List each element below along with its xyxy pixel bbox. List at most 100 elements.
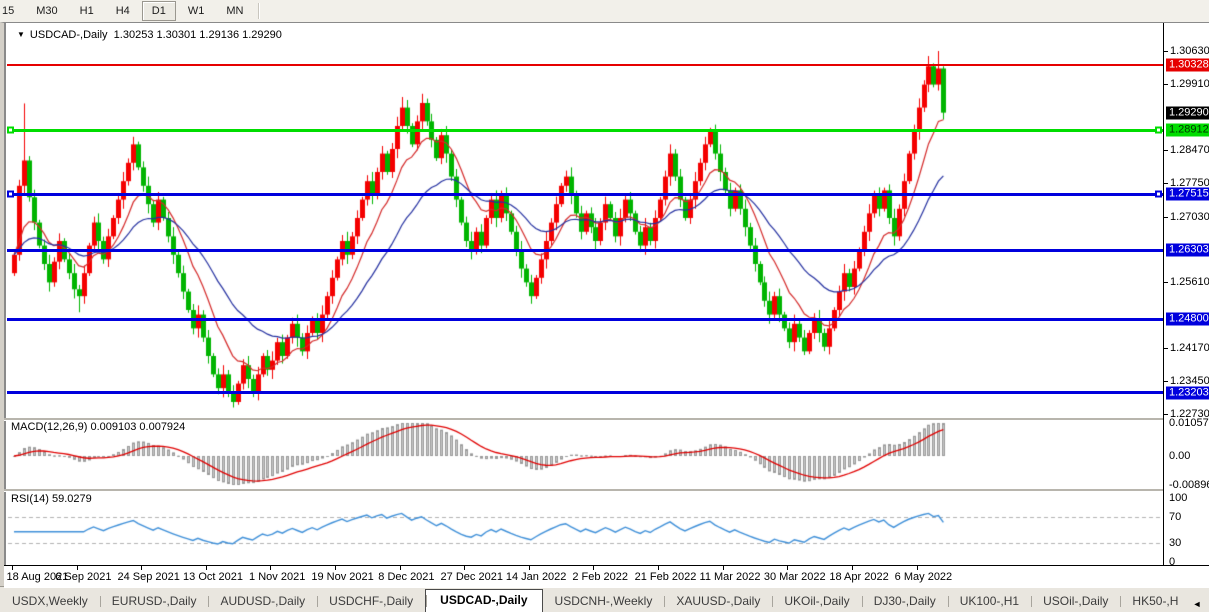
timeframe-button-w1[interactable]: W1: [178, 1, 215, 21]
symbol-tab-usoil-daily[interactable]: USOil-,Daily: [1031, 591, 1120, 612]
chevron-down-icon: ▼: [17, 30, 25, 39]
price-axis-tickmark: [1164, 183, 1168, 184]
date-tickmark: [529, 566, 530, 570]
date-label: 14 Jan 2022: [506, 571, 567, 583]
price-axis-tickmark: [1164, 414, 1168, 415]
symbol-tab-uk100-h1[interactable]: UK100-,H1: [948, 591, 1031, 612]
hline-1.26303[interactable]: [7, 249, 1163, 252]
date-label: 8 Dec 2021: [378, 571, 434, 583]
price-axis-tickmark: [1164, 348, 1168, 349]
chart-ohlc-values: 1.30253 1.30301 1.29136 1.29290: [114, 29, 282, 41]
timeframe-toolbar: 15M30H1H4D1W1MN: [0, 0, 1209, 23]
date-tickmark: [658, 566, 659, 570]
price-axis-tick: 1.29910: [1170, 78, 1209, 90]
date-tickmark: [917, 566, 918, 570]
date-tickmark: [335, 566, 336, 570]
hline-1.24800[interactable]: [7, 318, 1163, 321]
toolbar-divider: [258, 3, 260, 19]
date-tickmark: [593, 566, 594, 570]
symbol-tab-hk50-h[interactable]: HK50-,H: [1120, 591, 1190, 612]
date-tickmark: [12, 566, 13, 570]
tab-scroll-left-button[interactable]: ◄: [1192, 599, 1201, 609]
price-axis-tickmark: [1164, 51, 1168, 52]
date-label: 19 Nov 2021: [311, 571, 373, 583]
date-label: 1 Nov 2021: [249, 571, 305, 583]
price-axis-tickmark: [1164, 150, 1168, 151]
tab-scroll-buttons: ◄►: [1190, 599, 1209, 612]
timeframe-button-d1[interactable]: D1: [142, 1, 176, 21]
date-label: 30 Mar 2022: [764, 571, 826, 583]
date-tickmark: [77, 566, 78, 570]
timeframe-button-15[interactable]: 15: [0, 1, 24, 21]
price-axis-tickmark: [1164, 381, 1168, 382]
timeframe-button-mn[interactable]: MN: [216, 1, 253, 21]
price-axis-tick: 1.28470: [1170, 144, 1209, 156]
price-axis-tickmark: [1164, 84, 1168, 85]
price-badge-1.27515: 1.27515: [1166, 188, 1209, 201]
macd-axis-tick: 0.00: [1169, 450, 1190, 462]
rsi-axis-tick: 30: [1169, 537, 1181, 549]
timeframe-button-h4[interactable]: H4: [106, 1, 140, 21]
timeframe-button-h1[interactable]: H1: [70, 1, 104, 21]
symbol-tab-ukoil-daily[interactable]: UKOil-,Daily: [772, 591, 861, 612]
date-tickmark: [787, 566, 788, 570]
date-tickmark: [852, 566, 853, 570]
hline-1.23203[interactable]: [7, 391, 1163, 394]
date-label: 18 Apr 2022: [829, 571, 888, 583]
symbol-tab-audusd-daily[interactable]: AUDUSD-,Daily: [208, 591, 317, 612]
price-badge-1.29290: 1.29290: [1166, 106, 1209, 119]
rsi-label: RSI(14) 59.0279: [8, 493, 95, 505]
date-label: 6 Sep 2021: [55, 571, 111, 583]
line-drag-handle[interactable]: [7, 127, 14, 134]
chart-window: ▼ USDCAD-,Daily 1.30253 1.30301 1.29136 1…: [0, 22, 1209, 586]
rsi-axis-tick: 0: [1169, 556, 1175, 568]
rsi-panel-separator[interactable]: [4, 489, 1209, 492]
price-axis-tickmark: [1164, 217, 1168, 218]
date-tickmark: [400, 566, 401, 570]
price-axis-tick: 1.24170: [1170, 342, 1209, 354]
date-tickmark: [270, 566, 271, 570]
date-tickmark: [464, 566, 465, 570]
line-drag-handle[interactable]: [1155, 191, 1162, 198]
hline-1.28912[interactable]: [7, 129, 1163, 132]
date-label: 6 May 2022: [895, 571, 952, 583]
price-badge-1.30328: 1.30328: [1166, 58, 1209, 71]
date-label: 13 Oct 2021: [183, 571, 243, 583]
price-badge-1.26303: 1.26303: [1166, 244, 1209, 257]
date-axis[interactable]: 18 Aug 20216 Sep 202124 Sep 202113 Oct 2…: [4, 565, 1209, 588]
price-axis-tick: 1.27030: [1170, 211, 1209, 223]
price-axis-tickmark: [1164, 282, 1168, 283]
hline-1.30328[interactable]: [7, 64, 1163, 66]
symbol-tab-xauusd-daily[interactable]: XAUUSD-,Daily: [664, 591, 772, 612]
symbol-tab-eurusd-daily[interactable]: EURUSD-,Daily: [100, 591, 209, 612]
price-axis-tick: 1.30630: [1170, 45, 1209, 57]
date-tickmark: [141, 566, 142, 570]
rsi-axis-tick: 100: [1169, 492, 1187, 504]
price-chart-canvas[interactable]: [4, 23, 1209, 587]
chart-symbol-label: USDCAD-,Daily: [30, 29, 108, 41]
symbol-tab-usdcnh-weekly[interactable]: USDCNH-,Weekly: [543, 591, 665, 612]
date-label: 24 Sep 2021: [118, 571, 180, 583]
line-drag-handle[interactable]: [1155, 127, 1162, 134]
symbol-tab-dj30-daily[interactable]: DJ30-,Daily: [862, 591, 948, 612]
price-badge-1.23203: 1.23203: [1166, 386, 1209, 399]
hline-1.27515[interactable]: [7, 193, 1163, 196]
date-label: 2 Feb 2022: [572, 571, 628, 583]
date-label: 21 Feb 2022: [635, 571, 697, 583]
macd-axis-tick: -0.00896: [1169, 479, 1209, 491]
date-tickmark: [723, 566, 724, 570]
rsi-axis-tick: 70: [1169, 511, 1181, 523]
line-drag-handle[interactable]: [7, 191, 14, 198]
date-tickmark: [206, 566, 207, 570]
price-badge-1.28912: 1.28912: [1166, 124, 1209, 137]
symbol-tab-usdx-weekly[interactable]: USDX,Weekly: [0, 591, 100, 612]
date-label: 11 Mar 2022: [700, 571, 761, 583]
symbol-tab-usdcad-daily[interactable]: USDCAD-,Daily: [425, 589, 542, 612]
timeframe-button-m30[interactable]: M30: [26, 1, 67, 21]
price-badge-1.24800: 1.24800: [1166, 313, 1209, 326]
macd-axis-tick: 0.010578: [1169, 417, 1209, 429]
date-label: 27 Dec 2021: [441, 571, 503, 583]
chart-title: ▼ USDCAD-,Daily 1.30253 1.30301 1.29136 1…: [14, 29, 285, 41]
symbol-tab-usdchf-daily[interactable]: USDCHF-,Daily: [317, 591, 425, 612]
symbol-tab-bar: USDX,WeeklyEURUSD-,DailyAUDUSD-,DailyUSD…: [0, 586, 1209, 612]
